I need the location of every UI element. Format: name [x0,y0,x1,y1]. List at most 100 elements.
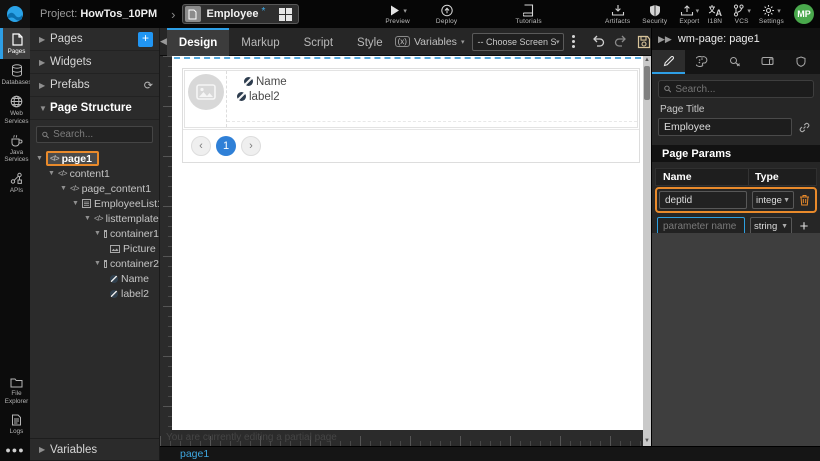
rail-item-databases[interactable]: Databases [0,59,30,90]
caret-down-icon: ▼ [60,185,70,192]
item-content-cell[interactable]: Name label2 [227,71,637,122]
image-placeholder-icon [196,84,216,100]
properties-panel: ▶▶ wm-page: page1 Page Title [651,28,820,446]
scroll-up-icon[interactable]: ▲ [643,56,651,65]
section-page-structure[interactable]: ▼ Page Structure [30,97,159,120]
caret-down-icon: ▼ [72,200,82,207]
variables-menu-button[interactable]: (x) Variables ▾ [395,36,465,48]
pagination-current-page[interactable]: 1 [216,136,236,156]
preview-button[interactable]: ▾ Preview [385,4,410,25]
structure-search-input[interactable] [53,129,147,140]
label-widget-icon [237,92,246,101]
section-prefabs[interactable]: ▶ Prefabs ⟳ [30,74,159,97]
structure-search[interactable] [36,126,153,143]
status-page-name[interactable]: page1 [180,448,209,460]
i18n-button[interactable]: A I18N [707,4,722,25]
param-type-select[interactable]: intege ▼ [752,191,794,209]
collapse-panel-icon[interactable]: ▶▶ [658,34,672,45]
caret-down-icon: ▼ [48,170,58,177]
wavemaker-logo-icon[interactable] [0,0,30,28]
redo-button[interactable] [614,35,628,48]
pagination-prev-button[interactable]: ‹ [191,136,211,156]
tab-events[interactable] [718,50,751,74]
tutorials-button[interactable]: Tutorials [515,4,541,25]
tree-node-container2[interactable]: ▼container2 [30,256,159,271]
delete-param-button[interactable] [799,194,810,206]
tab-script[interactable]: Script [292,28,345,56]
tree-node-content1[interactable]: ▼</>content1 [30,166,159,181]
rail-item-file-explorer[interactable]: File Explorer [0,372,30,408]
refresh-icon[interactable]: ⟳ [144,79,153,92]
rail-item-apis[interactable]: APIs [0,167,30,198]
rail-overflow-button[interactable]: ●●● [0,439,30,461]
tree-node-employeelist1[interactable]: ▼ EmployeeList1 [30,196,159,211]
export-button[interactable]: ▾ Export [679,4,699,25]
pagination-next-button[interactable]: › [241,136,261,156]
tab-markup[interactable]: Markup [229,28,291,56]
tree-node-container1[interactable]: ▼container1 [30,226,159,241]
bind-link-icon[interactable] [798,121,811,134]
tab-device[interactable] [751,50,784,74]
artifacts-button[interactable]: Artifacts [605,4,630,25]
collapse-left-panel-icon[interactable]: ◀ [160,36,167,47]
param-row-deptid: intege ▼ [655,187,817,213]
tree-node-page1[interactable]: ▼ </>page1 [30,151,159,166]
vcs-button[interactable]: ▾ VCS [732,4,751,25]
tree-node-name[interactable]: Name [30,271,159,286]
params-header-row: Name Type [655,168,817,186]
pages-grid-icon[interactable] [279,8,292,21]
tab-security[interactable] [784,50,817,74]
open-page-tab[interactable]: Employee * [182,4,300,24]
partial-page-note: You are currently editing a partial page [166,432,337,443]
add-param-button[interactable]: + [797,218,811,235]
label2-widget[interactable]: label2 [237,89,633,104]
scroll-down-icon[interactable]: ▼ [643,437,651,446]
deploy-button[interactable]: Deploy [436,4,457,25]
caret-right-icon: ▶ [39,81,50,90]
settings-button[interactable]: ▾ Settings [759,4,784,25]
screen-size-select[interactable]: -- Choose Screen Size -- ▾ [472,33,564,51]
tab-design[interactable]: Design [167,28,229,56]
rail-item-pages[interactable]: Pages [0,28,30,59]
page-title-input[interactable] [658,118,792,136]
container-icon [104,230,107,238]
section-widgets[interactable]: ▶ Widgets [30,51,159,74]
tab-styles[interactable] [685,50,718,74]
tree-node-listtemplate1[interactable]: ▼</>listtemplate1 [30,211,159,226]
properties-search[interactable] [658,80,814,98]
chevron-down-icon: ▾ [461,38,465,46]
canvas-scrollbar[interactable]: ▲ ▼ [643,56,651,446]
add-page-button[interactable]: + [138,32,153,47]
tab-style[interactable]: Style [345,28,395,56]
undo-button[interactable] [591,35,605,48]
pencil-icon [663,56,674,67]
vertical-ruler [160,56,172,430]
picture-placeholder[interactable] [188,74,224,110]
section-pages[interactable]: ▶ Pages + [30,28,159,51]
globe-icon [10,95,23,108]
scrollbar-thumb[interactable] [644,66,650,100]
tree-node-picture[interactable]: Picture [30,241,159,256]
properties-search-input[interactable] [675,84,808,95]
rail-item-web-services[interactable]: Web Services [0,90,30,128]
tree-node-page-content1[interactable]: ▼</>page_content1 [30,181,159,196]
design-canvas[interactable]: Name label2 ‹ 1 › [172,56,643,430]
tree-node-label2[interactable]: label2 [30,286,159,301]
picture-cell[interactable] [185,71,227,127]
chevron-down-icon: ▾ [777,7,781,15]
list-item-template[interactable]: Name label2 [184,70,638,128]
tab-properties[interactable] [652,50,685,74]
employee-list-widget[interactable]: Name label2 ‹ 1 › [182,68,640,163]
security-button[interactable]: Security [642,4,667,25]
param-name-input[interactable] [659,191,747,209]
user-avatar[interactable]: MP [794,4,814,24]
rail-item-logs[interactable]: Logs [0,409,30,439]
name-label-widget[interactable]: Name [244,74,633,89]
top-app-bar: Project: HowTos_10PM › Employee * ▾ Prev… [0,0,820,28]
more-options-button[interactable] [572,35,575,48]
section-variables[interactable]: ▶ Variables [30,438,159,461]
page-structure-tree: ▼ </>page1 ▼</>content1 ▼</>page_content… [30,149,159,438]
rail-item-java-services[interactable]: Java Services [0,129,30,167]
chevron-down-icon: ▾ [556,38,560,46]
save-button[interactable] [637,35,651,49]
